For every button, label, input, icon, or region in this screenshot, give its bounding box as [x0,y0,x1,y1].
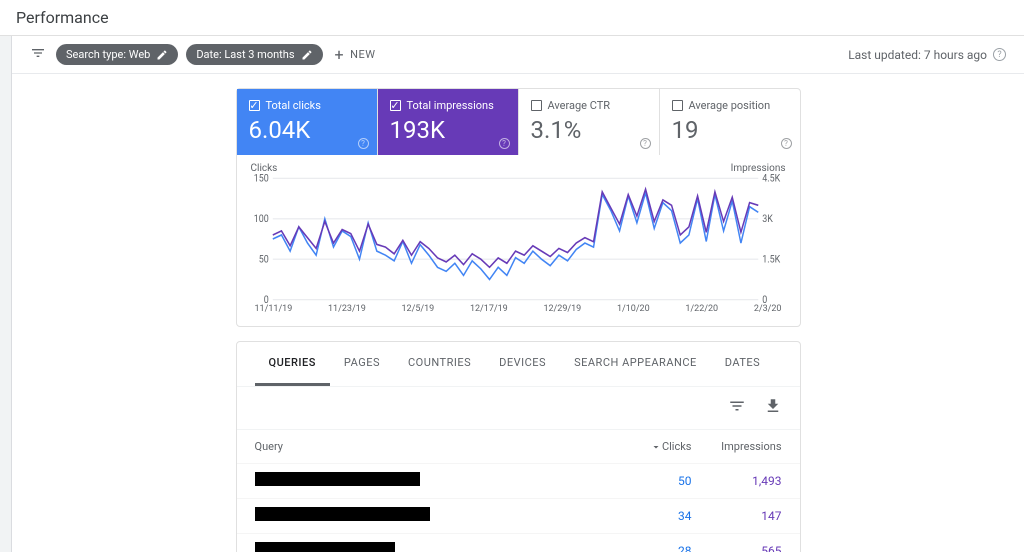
help-icon[interactable]: ? [993,48,1006,61]
table-row[interactable]: 501,493 [237,463,800,498]
redacted-query [255,472,420,486]
tab-dates[interactable]: DATES [711,342,774,386]
metric-value: 193K [390,116,506,144]
tab-countries[interactable]: COUNTRIES [394,342,485,386]
filter-chip-label: Date: Last 3 months [196,48,294,61]
help-icon[interactable]: ? [781,138,792,149]
filter-chip-date[interactable]: Date: Last 3 months [186,44,322,65]
last-updated: Last updated: 7 hours ago ? [848,48,1006,62]
cell-impressions: 565 [692,544,782,552]
pencil-icon [156,49,168,61]
new-filter-button[interactable]: + NEW [335,47,376,63]
metric-total-clicks[interactable]: ✓ Total clicks 6.04K ? [237,89,378,155]
svg-text:50: 50 [258,254,268,265]
tab-devices[interactable]: DEVICES [485,342,560,386]
metric-label: Average CTR [548,99,611,112]
metric-label: Total clicks [266,99,321,112]
page-header: Performance [0,0,1024,36]
metric-average-ctr[interactable]: Average CTR 3.1% ? [519,89,660,155]
svg-text:150: 150 [253,174,268,185]
chart-area: Clicks Impressions 00501.5K1003K1504.5K … [237,155,800,326]
y-axis-left-label: Clicks [251,163,278,174]
metric-value: 3.1% [531,116,647,144]
tab-search-appearance[interactable]: SEARCH APPEARANCE [560,342,711,386]
help-icon[interactable]: ? [358,138,369,149]
svg-text:0: 0 [263,295,268,304]
sort-desc-icon [650,441,662,453]
cell-clicks: 50 [612,474,692,488]
checkbox-icon [672,100,683,111]
column-header-query[interactable]: Query [255,440,612,453]
plus-icon: + [335,47,345,63]
x-tick-label: 12/5/19 [402,304,435,314]
svg-text:3K: 3K [762,214,773,225]
redacted-query [255,507,430,521]
download-icon[interactable] [764,397,782,419]
y-axis-right-label: Impressions [731,163,786,174]
checkbox-icon: ✓ [390,100,401,111]
table-tabs: QUERIESPAGESCOUNTRIESDEVICESSEARCH APPEA… [237,342,800,386]
column-header-clicks[interactable]: Clicks [612,440,692,453]
x-tick-label: 2/3/20 [754,304,782,314]
x-tick-label: 11/11/19 [255,304,293,314]
tab-pages[interactable]: PAGES [330,342,394,386]
cell-clicks: 28 [612,544,692,552]
table-card: QUERIESPAGESCOUNTRIESDEVICESSEARCH APPEA… [236,341,801,552]
filter-chip-label: Search type: Web [66,48,150,61]
column-label: Clicks [662,440,692,453]
help-icon[interactable]: ? [640,138,651,149]
filter-icon[interactable] [30,45,46,65]
help-icon[interactable]: ? [499,138,510,149]
x-tick-label: 11/23/19 [328,304,366,314]
metric-label: Total impressions [407,99,494,112]
table-row[interactable]: 28565 [237,533,800,552]
redacted-query [255,542,395,552]
page-title: Performance [16,8,109,27]
filter-chip-search-type[interactable]: Search type: Web [56,44,178,65]
metric-total-impressions[interactable]: ✓ Total impressions 193K ? [378,89,519,155]
table-body: 501,4933414728565 [237,463,800,552]
x-tick-label: 12/17/19 [470,304,508,314]
metric-value: 19 [672,116,788,144]
pencil-icon [301,49,313,61]
metrics-card: ✓ Total clicks 6.04K ? ✓ Total impressions… [236,88,801,327]
new-filter-label: NEW [350,48,375,61]
metric-value: 6.04K [249,116,365,144]
cell-clicks: 34 [612,509,692,523]
table-filter-icon[interactable] [728,397,746,419]
x-tick-label: 1/22/20 [685,304,718,314]
metric-label: Average position [689,99,771,112]
checkbox-icon: ✓ [249,100,260,111]
tab-queries[interactable]: QUERIES [255,342,330,386]
checkbox-icon [531,100,542,111]
cell-impressions: 147 [692,509,782,523]
table-row[interactable]: 34147 [237,498,800,533]
svg-text:100: 100 [253,214,268,225]
svg-text:1.5K: 1.5K [762,254,780,265]
svg-text:0: 0 [762,295,767,304]
last-updated-text: Last updated: 7 hours ago [848,48,987,62]
x-tick-label: 12/29/19 [543,304,581,314]
svg-text:4.5K: 4.5K [762,174,780,185]
x-axis-labels: 11/11/19 11/23/19 12/5/19 12/17/19 12/29/19 1… [251,304,786,314]
filter-bar: Search type: Web Date: Last 3 months + N… [12,36,1024,74]
sidebar-collapsed[interactable] [0,36,12,552]
cell-impressions: 1,493 [692,474,782,488]
line-chart: 0 0 50 1.5K 100 3K 150 4.5K [251,174,786,304]
x-tick-label: 1/10/20 [617,304,650,314]
column-header-impressions[interactable]: Impressions [692,440,782,453]
metric-average-position[interactable]: Average position 19 ? [660,89,800,155]
